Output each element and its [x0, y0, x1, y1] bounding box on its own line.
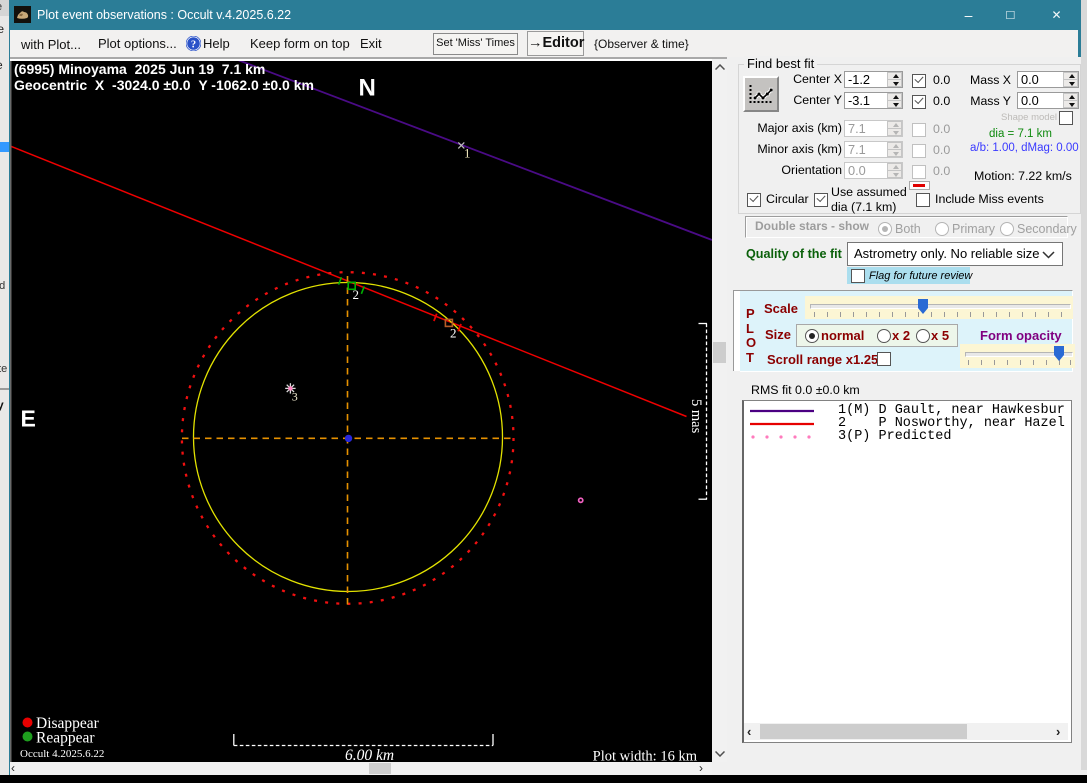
svg-text:3: 3 [292, 390, 298, 404]
svg-text:(6995) Minoyama 2025 Jun 19: (6995) Minoyama 2025 Jun 19 7.1 km [14, 61, 265, 77]
svg-text:2: 2 [353, 287, 360, 302]
svg-text:E: E [21, 406, 36, 432]
svg-text:Geocentric X -3024.0 ±0.0 Y: Geocentric X -3024.0 ±0.0 Y -1062.0 ±0.0… [14, 77, 314, 93]
svg-text:5 mas: 5 mas [688, 399, 704, 434]
svg-text:Plot width: 16 km: Plot width: 16 km [593, 749, 698, 763]
svg-text:N: N [359, 75, 376, 102]
svg-text:1: 1 [464, 146, 471, 161]
svg-text:Reappear: Reappear [36, 730, 95, 747]
svg-text:6.00 km: 6.00 km [345, 747, 394, 762]
svg-text:Occult 4.2025.6.22: Occult 4.2025.6.22 [20, 748, 104, 760]
svg-text:?: ? [191, 39, 196, 50]
svg-text:2: 2 [450, 326, 457, 341]
